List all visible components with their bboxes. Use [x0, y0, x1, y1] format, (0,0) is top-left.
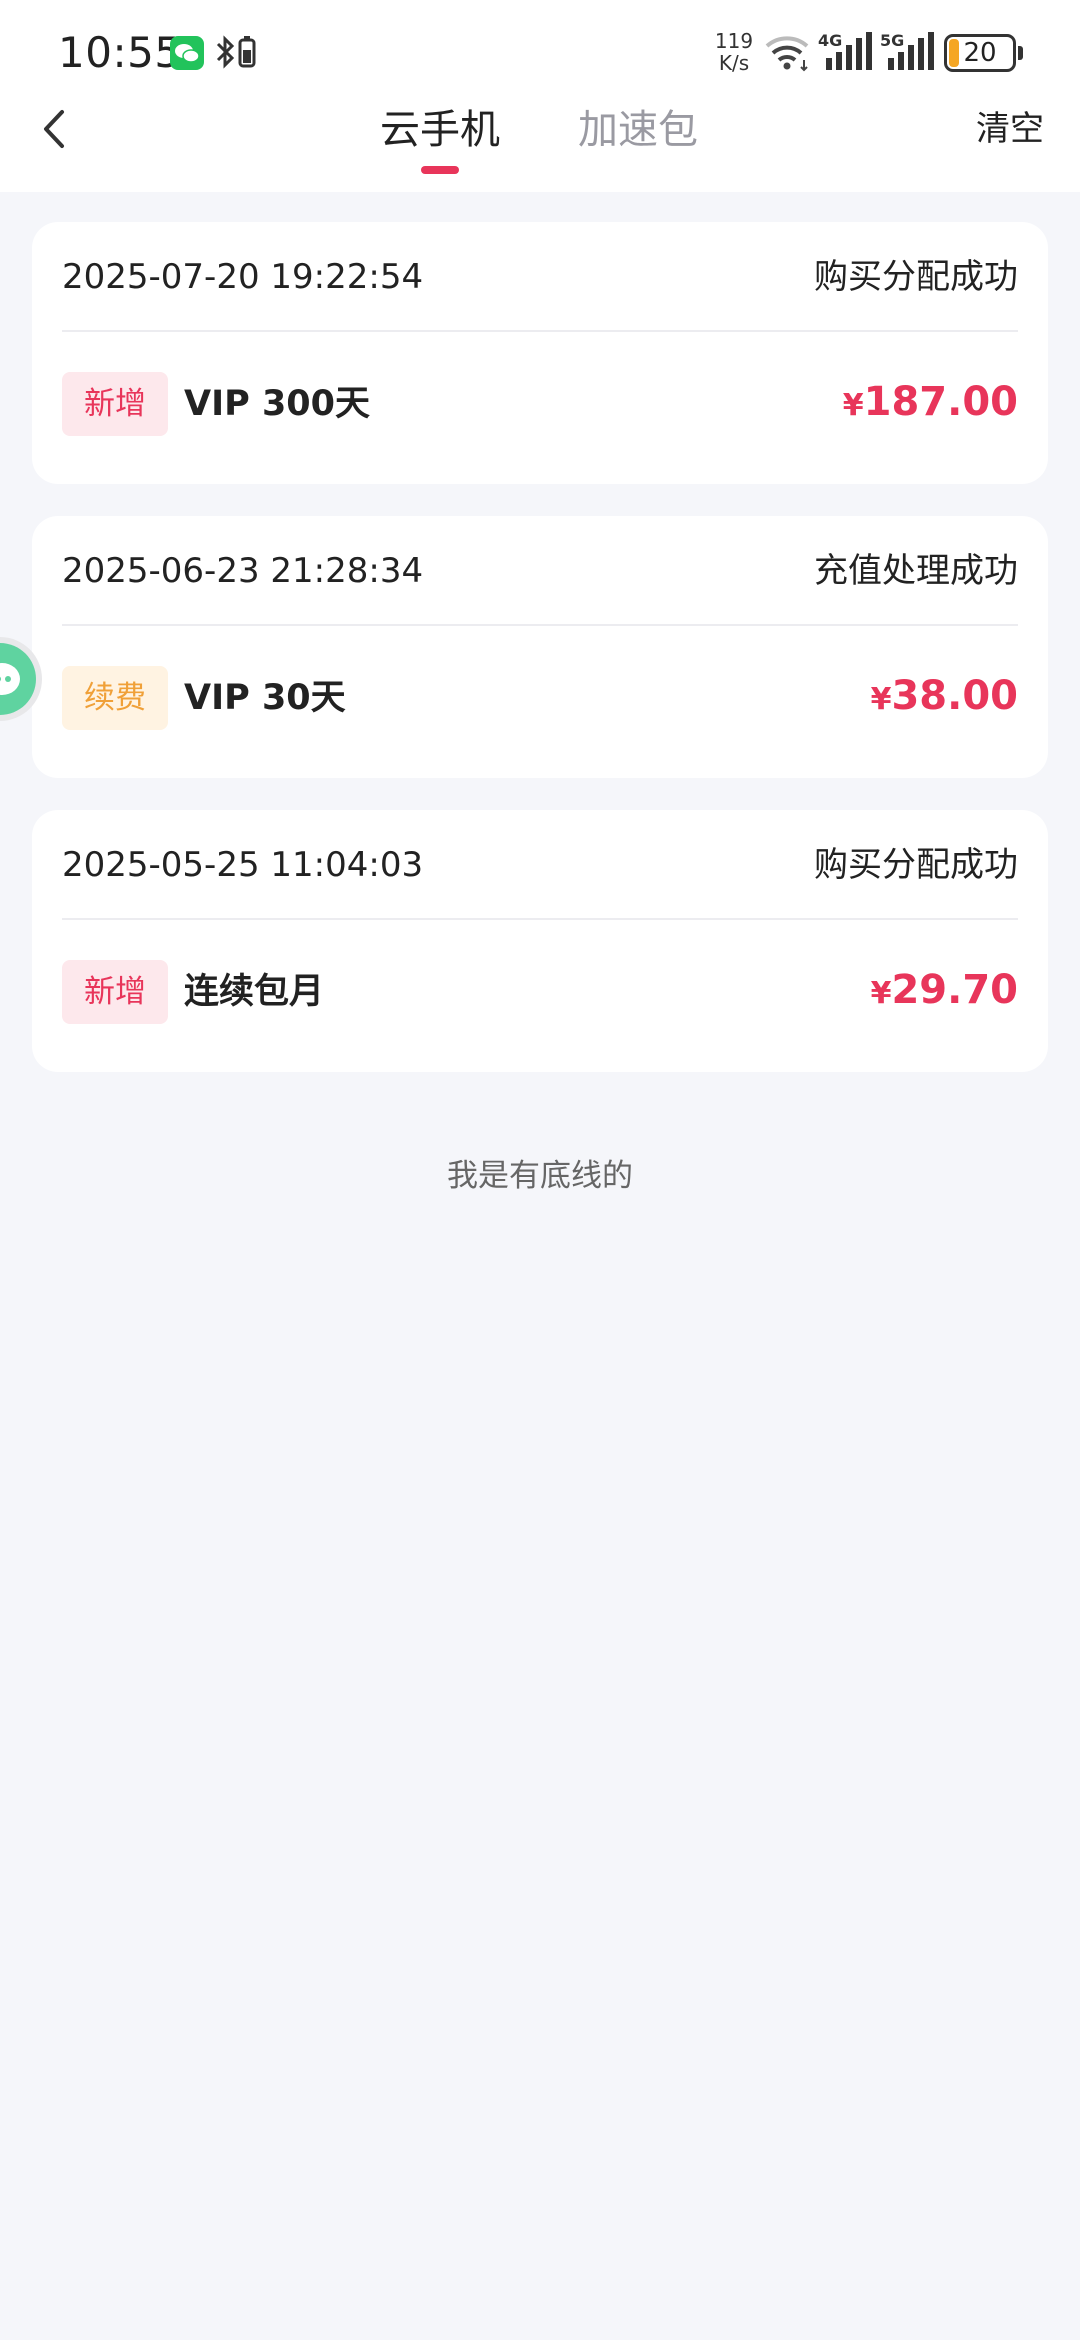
- order-status: 购买分配成功: [814, 845, 1018, 885]
- order-card[interactable]: 2025-05-25 11:04:03 购买分配成功 新增 连续包月 ¥29.7…: [32, 810, 1048, 1072]
- bluetooth-icon: [212, 32, 262, 72]
- price-amount: 187.00: [863, 379, 1018, 425]
- order-status: 购买分配成功: [814, 257, 1018, 297]
- divider: [62, 624, 1018, 626]
- order-tag: 新增: [62, 960, 168, 1024]
- svg-text:5G: 5G: [880, 31, 904, 50]
- network-speed-unit: K/s: [718, 51, 750, 75]
- order-tag: 续费: [62, 666, 168, 730]
- signal-4g-icon: 4G: [818, 30, 876, 72]
- price-amount: 29.70: [891, 967, 1018, 1013]
- tab-cloud-phone[interactable]: 云手机: [380, 100, 500, 170]
- divider: [62, 330, 1018, 332]
- tab-accelerator-pack[interactable]: 加速包: [578, 100, 698, 170]
- order-item-name: VIP 300天: [184, 384, 371, 424]
- order-item-name: 连续包月: [184, 972, 325, 1012]
- order-status: 充值处理成功: [814, 551, 1018, 591]
- order-card[interactable]: 2025-06-23 21:28:34 充值处理成功 续费 VIP 30天 ¥3…: [32, 516, 1048, 778]
- order-price: ¥38.00: [871, 664, 1018, 736]
- order-tag: 新增: [62, 372, 168, 436]
- battery-tip: [1018, 46, 1023, 60]
- header: 10:55 119 K/s 4G 5G 20 云手机 加速包 清空: [0, 0, 1080, 192]
- price-currency: ¥: [842, 388, 864, 423]
- order-card[interactable]: 2025-07-20 19:22:54 购买分配成功 新增 VIP 300天 ¥…: [32, 222, 1048, 484]
- status-bar: 10:55 119 K/s 4G 5G 20: [0, 0, 1080, 100]
- wechat-icon: [170, 36, 204, 70]
- divider: [62, 918, 1018, 920]
- order-price: ¥187.00: [843, 370, 1018, 442]
- chevron-left-icon: [44, 110, 64, 148]
- customer-service-float-button[interactable]: [0, 616, 44, 742]
- price-currency: ¥: [870, 682, 892, 717]
- status-time: 10:55: [58, 28, 182, 77]
- battery-percent: 20: [963, 38, 997, 68]
- end-of-list-text: 我是有底线的: [447, 1158, 633, 1194]
- clear-button[interactable]: 清空: [976, 104, 1044, 154]
- order-price: ¥29.70: [871, 958, 1018, 1030]
- wifi-icon: [764, 32, 814, 72]
- network-speed-value: 119: [714, 29, 754, 53]
- order-datetime: 2025-07-20 19:22:54: [62, 257, 424, 297]
- signal-5g-icon: 5G: [880, 30, 938, 72]
- order-datetime: 2025-05-25 11:04:03: [62, 845, 424, 885]
- back-button[interactable]: [36, 104, 76, 154]
- svg-text:4G: 4G: [818, 31, 842, 50]
- price-currency: ¥: [870, 976, 892, 1011]
- chat-bubble-icon: [0, 637, 42, 721]
- order-datetime: 2025-06-23 21:28:34: [62, 551, 424, 591]
- price-amount: 38.00: [891, 673, 1018, 719]
- battery-icon: 20: [944, 34, 1016, 72]
- tab-indicator: [421, 166, 459, 174]
- order-item-name: VIP 30天: [184, 678, 346, 718]
- network-speed: 119 K/s: [712, 30, 756, 74]
